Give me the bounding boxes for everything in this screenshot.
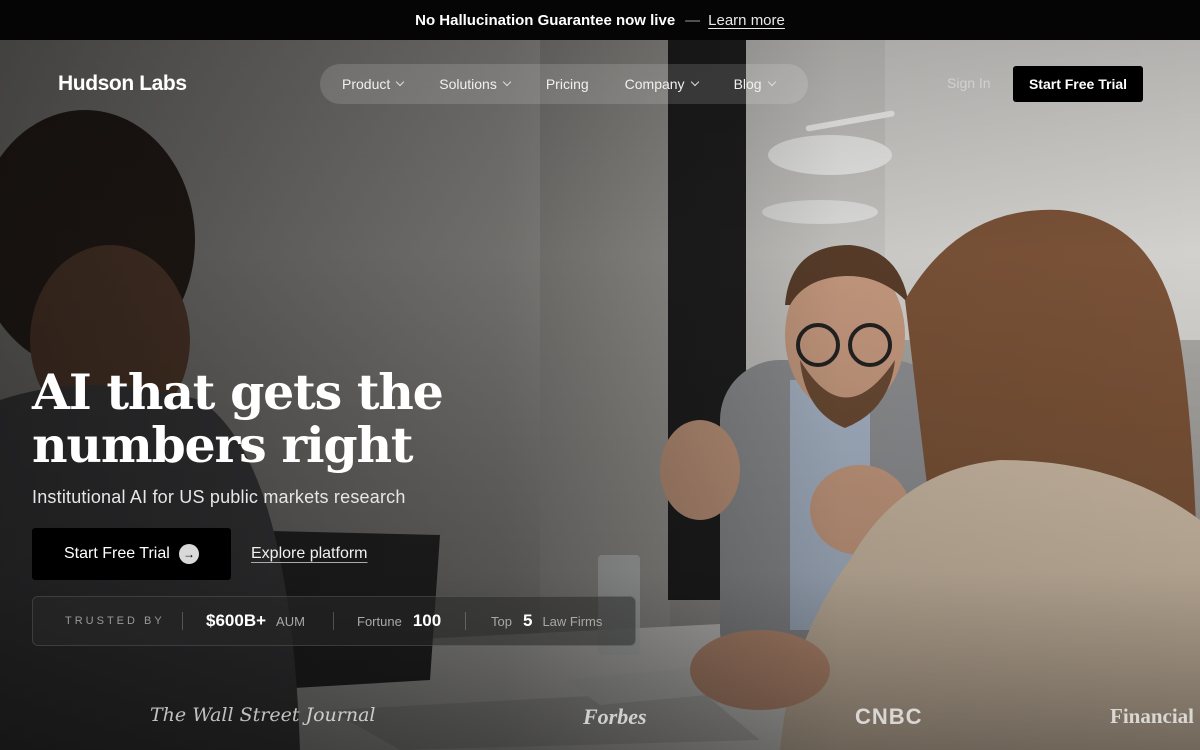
learn-more-link[interactable]: Learn more xyxy=(708,12,785,29)
trusted-by-strip: TRUSTED BY $600B+ AUM Fortune 100 Top 5 … xyxy=(32,596,636,646)
hudson-labs-logo[interactable]: Hudson Labs xyxy=(58,72,187,96)
trusted-by-label: TRUSTED BY xyxy=(65,615,165,627)
announcement-separator: — xyxy=(685,11,701,29)
nav-item-solutions[interactable]: Solutions xyxy=(439,76,512,92)
nav-item-label: Blog xyxy=(733,76,762,92)
nav-item-blog[interactable]: Blog xyxy=(733,76,776,92)
trust-item-law-firms: Top 5 Law Firms xyxy=(491,597,602,645)
divider xyxy=(465,612,466,630)
hero-cta-label: Start Free Trial xyxy=(64,545,170,562)
nav-item-label: Pricing xyxy=(545,76,589,92)
trust-suffix: Law Firms xyxy=(542,613,603,629)
explore-platform-link[interactable]: Explore platform xyxy=(251,545,368,563)
hero-start-free-trial-button[interactable]: Start Free Trial → xyxy=(32,528,231,580)
trust-item-aum: $600B+ AUM xyxy=(206,597,305,645)
headline-line-1: AI that gets the xyxy=(32,363,444,421)
press-logo-financial: Financial xyxy=(1110,704,1195,728)
trust-prefix: Top xyxy=(491,613,512,629)
trust-value: 5 xyxy=(522,611,533,630)
trust-item-fortune: Fortune 100 xyxy=(357,597,441,645)
trust-value: 100 xyxy=(412,611,442,630)
announcement-message: No Hallucination Guarantee now live xyxy=(415,11,676,29)
nav-item-product[interactable]: Product xyxy=(342,76,405,92)
trust-suffix: AUM xyxy=(276,613,305,629)
chevron-down-icon xyxy=(767,77,776,87)
top-navigation: Hudson Labs Product Solutions Pricing Co… xyxy=(0,40,1200,128)
chevron-down-icon xyxy=(502,77,512,87)
nav-item-label: Company xyxy=(624,76,685,92)
start-free-trial-button[interactable]: Start Free Trial xyxy=(1013,66,1143,102)
hero-subheadline: Institutional AI for US public markets r… xyxy=(32,487,406,507)
trust-value: $600B+ xyxy=(206,611,267,630)
chevron-down-icon xyxy=(396,77,405,87)
headline-line-2: numbers right xyxy=(32,416,414,474)
press-logo-wsj: The Wall Street Journal xyxy=(150,704,376,726)
nav-item-pricing[interactable]: Pricing xyxy=(546,76,589,92)
press-logo-forbes: Forbes xyxy=(583,704,647,729)
hero-headline: AI that gets the numbers right xyxy=(32,366,552,472)
announcement-bar: No Hallucination Guarantee now live — Le… xyxy=(0,0,1200,40)
sign-in-link[interactable]: Sign In xyxy=(947,75,991,91)
divider xyxy=(333,612,334,630)
main-menu: Product Solutions Pricing Company Blog xyxy=(320,64,808,104)
divider xyxy=(182,612,183,630)
trust-prefix: Fortune xyxy=(357,613,402,629)
chevron-down-icon xyxy=(690,77,699,87)
nav-item-label: Solutions xyxy=(439,76,497,92)
press-logo-cnbc: CNBC xyxy=(855,704,923,729)
nav-item-label: Product xyxy=(342,76,391,92)
nav-item-company[interactable]: Company xyxy=(624,76,699,92)
arrow-right-icon: → xyxy=(179,544,199,564)
